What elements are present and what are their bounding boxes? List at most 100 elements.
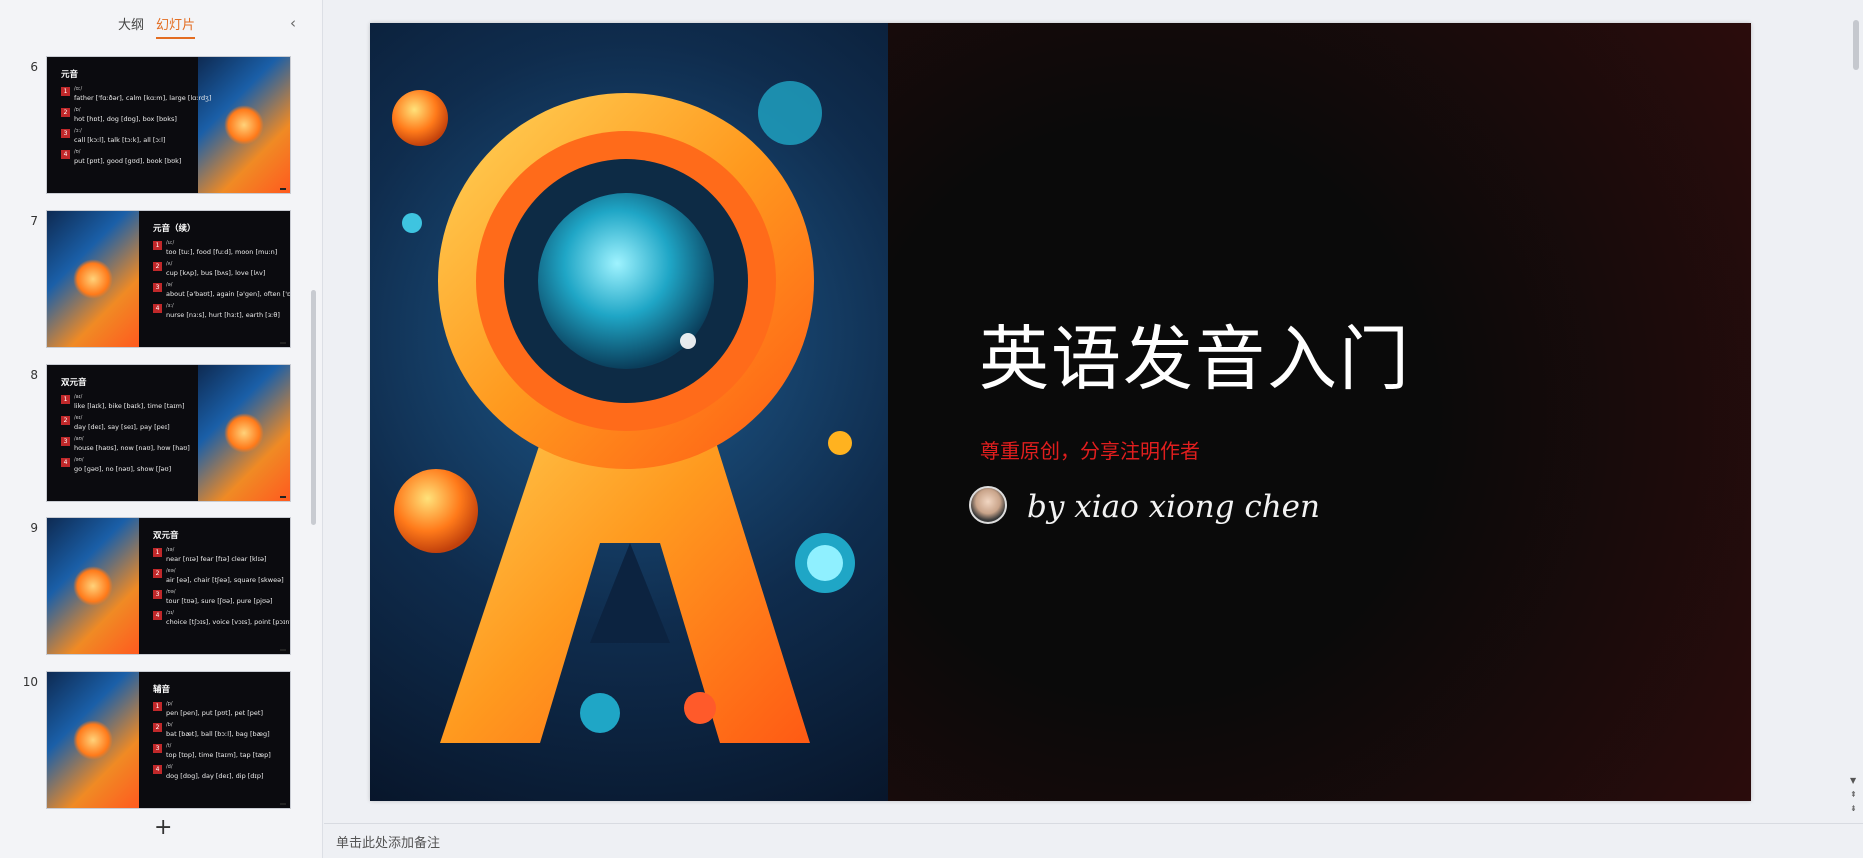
slide-canvas[interactable]: 英语发音入门 尊重原创，分享注明作者 by xiao xiong chen [370,23,1751,801]
thumbnail-title: 双元音 [153,531,179,541]
thumbnail-image [198,57,290,193]
thumbnail-list-item: 3/aʊ/house [haʊs], now [naʊ], how [haʊ] [61,436,190,452]
author-avatar [969,486,1007,524]
previous-page-icon[interactable]: ⇞ [1850,790,1857,799]
thumbnail-watermark [280,188,286,190]
slide-number: 8 [30,368,38,382]
item-body: /əʊ/go [gəʊ], no [nəʊ], show [ʃəʊ] [74,458,171,473]
item-body: /ə/about [ə'baʊt], again [ə'gen], often … [166,282,290,298]
red-ray-background [888,23,1751,801]
example-words: call [kɔːl], talk [tɔːk], all [ɔːl] [74,135,166,144]
item-body: /ɑː/father ['fɑːðər], calm [kɑːm], large… [74,86,212,102]
thumbnail-image [47,518,139,654]
scroll-down-icon[interactable]: ▼ [1850,776,1856,785]
item-body: /b/bat [bæt], ball [bɔːl], bag [bæg] [166,721,270,738]
tab-slides[interactable]: 幻灯片 [156,14,196,39]
item-body: /ʊə/tour [tʊə], sure [ʃʊə], pure [pjʊə] [166,589,273,605]
number-badge: 3 [61,437,70,447]
thumbnail-glow [224,105,264,145]
number-badge: 2 [153,722,162,732]
thumbnail-list-item: 2/eɪ/day [deɪ], say [seɪ], pay [peɪ] [61,414,190,431]
thumbnail-list-item: 1/ɪə/near [nɪə] fear [fɪə] clear [klɪə] [153,547,290,563]
tab-outline[interactable]: 大纲 [118,14,144,39]
example-words: near [nɪə] fear [fɪə] clear [klɪə] [166,554,267,563]
slide-panel: 大纲 幻灯片 ‹ 6 元音 1/ɑː/father ['fɑːðər], calm … [0,0,323,858]
next-page-icon[interactable]: ⇟ [1850,804,1857,813]
slide-thumbnail[interactable]: 双元音 1/aɪ/like [laɪk], bike [baɪk], time [… [46,364,291,502]
number-badge: 2 [153,261,162,271]
example-words: air [eə], chair [tʃeə], square [skweə] [166,575,284,584]
item-body: /eə/air [eə], chair [tʃeə], square [skwe… [166,567,284,584]
thumbnail-list-item: 4/ʊ/put [pʊt], good [gʊd], book [bʊk] [61,150,211,165]
number-badge: 1 [153,240,162,250]
example-words: tour [tʊə], sure [ʃʊə], pure [pjʊə] [166,596,273,605]
thumbnail-glow [73,566,113,606]
thumbnail-list-item: 3/ɔː/call [kɔːl], talk [tɔːk], all [ɔːl] [61,128,211,144]
number-badge: 3 [61,129,70,139]
example-words: father ['fɑːðər], calm [kɑːm], large [lɑ… [74,93,212,102]
notes-placeholder[interactable]: 单击此处添加备注 [336,832,440,851]
thumbnail-text: 元音 1/ɑː/father ['fɑːðər], calm [kɑːm], la… [61,70,212,172]
number-badge: 1 [153,701,162,711]
item-body: /uː/too [tuː], food [fuːd], moon [muːn] [166,240,277,256]
thumbnail-title: 辅音 [153,685,171,695]
scrollbar-thumb[interactable] [1853,20,1859,70]
thumbnail-image [47,211,139,347]
phoneme: /ɔɪ/ [166,610,174,617]
slide-subtitle[interactable]: 尊重原创，分享注明作者 [980,435,1200,464]
example-words: go [gəʊ], no [nəʊ], show [ʃəʊ] [74,465,172,474]
phoneme: /eɪ/ [74,414,83,421]
phoneme: /b/ [166,721,173,728]
chevron-left-icon[interactable]: ‹ [290,14,296,32]
slide-thumbnail-row: 7 元音（续） 1/uː/too [tuː], food [fuːd], moon … [0,210,300,348]
item-body: /ɒ/hot [hɒt], dog [dɒg], box [bɒks] [74,107,177,123]
number-badge: 1 [61,86,70,96]
slide-thumbnail[interactable]: 元音（续） 1/uː/too [tuː], food [fuːd], moon [… [46,210,291,348]
item-body: /d/dog [dɒg], day [deɪ], dip [dɪp] [166,765,264,780]
slide-thumbnail[interactable]: 双元音 1/ɪə/near [nɪə] fear [fɪə] clear [klɪ… [46,517,291,655]
notes-pane[interactable]: 单击此处添加备注 [324,823,1863,858]
thumbnail-list-item: 2/ɒ/hot [hɒt], dog [dɒg], box [bɒks] [61,107,211,123]
thumbnail-text: 双元音 1/ɪə/near [nɪə] fear [fɪə] clear [klɪ… [153,531,290,633]
number-badge: 4 [153,765,162,775]
thumbnail-list-item: 2/ʌ/cup [kʌp], bus [bʌs], love [lʌv] [153,260,290,277]
thumbnail-list-item: 3/ʊə/tour [tʊə], sure [ʃʊə], pure [pjʊə] [153,589,290,605]
item-body: /ɜː/nurse [nɜːs], hurt [hɜːt], earth [ɜː… [166,304,280,319]
thumbnail-list-item: 4/ɜː/nurse [nɜːs], hurt [hɜːt], earth [ɜ… [153,304,290,319]
item-body: /ɪə/near [nɪə] fear [fɪə] clear [klɪə] [166,547,267,563]
slide-thumbnail[interactable]: 元音 1/ɑː/father ['fɑːðər], calm [kɑːm], la… [46,56,291,194]
phoneme: /ʌ/ [166,260,173,267]
slide-title[interactable]: 英语发音入门 [979,303,1411,404]
thumbnail-list-item: 3/t/top [tɒp], time [taɪm], tap [tæp] [153,743,271,759]
slide-number: 10 [22,675,38,689]
item-body: /ɔː/call [kɔːl], talk [tɔːk], all [ɔːl] [74,128,166,144]
example-words: pen [pen], put [pʊt], pet [pet] [166,708,263,717]
number-badge: 1 [153,547,162,557]
slide-thumbnail[interactable]: 辅音 1/p/pen [pen], put [pʊt], pet [pet] 2/b… [46,671,291,809]
number-badge: 4 [61,458,70,468]
thumbnail-text: 元音（续） 1/uː/too [tuː], food [fuːd], moon [… [153,224,290,326]
item-body: /p/pen [pen], put [pʊt], pet [pet] [166,701,263,717]
thumbnail-glow [224,413,264,453]
author-byline[interactable]: by xiao xiong chen [1027,489,1320,525]
thumbnail-list-item: 1/uː/too [tuː], food [fuːd], moon [muːn] [153,240,290,256]
thumbnail-glow [73,720,113,760]
thumbnail-list-item: 2/eə/air [eə], chair [tʃeə], square [skw… [153,567,290,584]
thumbnail-title: 元音（续） [153,224,196,234]
phoneme: /ɔː/ [74,128,82,135]
thumbnail-list-item: 3/ə/about [ə'baʊt], again [ə'gen], often… [153,282,290,298]
phoneme: /aʊ/ [74,436,84,443]
canvas-scrollbar[interactable]: ▼ ⇞ ⇟ [1849,0,1863,822]
phoneme: /t/ [166,743,172,750]
plus-icon[interactable]: + [154,815,172,840]
panel-scrollbar[interactable] [311,290,316,525]
phoneme: /eə/ [166,567,176,574]
view-tabs: 大纲 幻灯片 [118,14,196,39]
phoneme: /əʊ/ [74,457,84,464]
number-badge: 3 [153,590,162,600]
thumbnail-text: 双元音 1/aɪ/like [laɪk], bike [baɪk], time [… [61,378,190,480]
thumbnail-watermark [280,342,286,344]
item-body: /aʊ/house [haʊs], now [naʊ], how [haʊ] [74,436,190,452]
example-words: house [haʊs], now [naʊ], how [haʊ] [74,443,190,452]
item-body: /ʌ/cup [kʌp], bus [bʌs], love [lʌv] [166,260,265,277]
